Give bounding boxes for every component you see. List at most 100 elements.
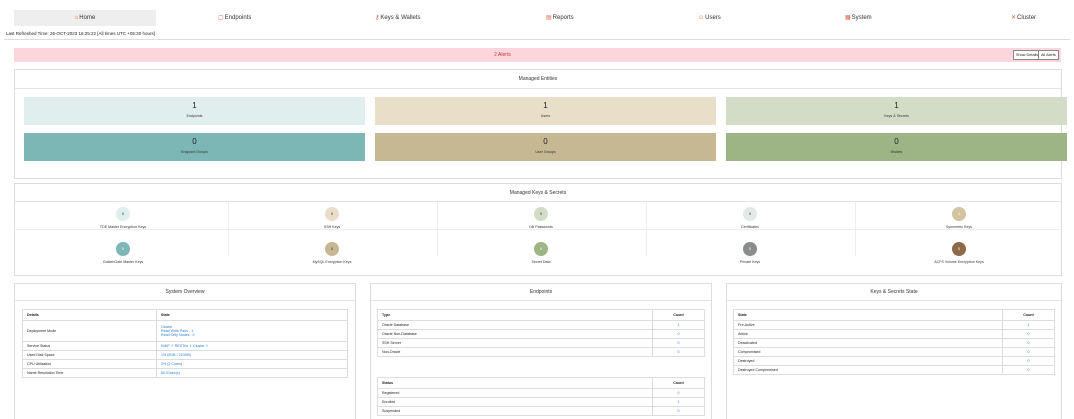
tile-label: Keys & Secrets <box>884 114 909 118</box>
key-label: Private Keys <box>739 260 761 264</box>
tile-users[interactable]: 1 Users <box>375 97 716 125</box>
row-count[interactable]: 0 <box>652 338 705 348</box>
row-count[interactable]: 0 <box>1002 347 1055 357</box>
nav-keys-wallets[interactable]: ⚷Keys & Wallets <box>375 10 421 26</box>
key-count-badge[interactable]: 0 <box>534 207 548 221</box>
managed-keys-title: Managed Keys & Secrets <box>509 190 567 196</box>
endpoints-title: Endpoints <box>529 289 553 295</box>
row-label: Oracle Non-Database <box>377 329 653 339</box>
key-count-badge[interactable]: 0 <box>952 242 966 256</box>
table-row: Suspended 0 <box>377 406 705 416</box>
nav-keys-wallets-label: Keys & Wallets <box>380 15 421 21</box>
nav-system-label: System <box>851 15 872 21</box>
nav-cluster[interactable]: ✕Cluster <box>1011 10 1036 26</box>
table-row: Oracle Non-Database 0 <box>377 329 705 339</box>
row-count[interactable]: 1 <box>652 320 705 330</box>
table-row: Destroyed 0 <box>733 356 1055 366</box>
panel-divider <box>15 201 1061 202</box>
row-label: Used Disk Space <box>22 350 157 360</box>
nav-system[interactable]: ▦System <box>845 10 872 26</box>
used-disk-space-value[interactable]: 1% (5GB / 210GB) <box>156 350 348 360</box>
name-resolution-value[interactable]: 60.01sec(s) <box>156 368 348 378</box>
row-label: Non-Oracle <box>377 347 653 357</box>
endpoints-status-table: Status Count Registered 0 Enrolled 1 Sus… <box>377 377 705 416</box>
row-count[interactable]: 0 <box>652 388 705 398</box>
key-count-badge[interactable]: 0 <box>325 242 339 256</box>
table-header: State <box>156 309 348 321</box>
row-count[interactable]: 0 <box>1002 365 1055 375</box>
table-row: Active 0 <box>733 329 1055 339</box>
deployment-mode-value: Cluster Read Write Pairs - 1 Read Only N… <box>156 320 348 342</box>
row-label: Service Status <box>22 341 157 351</box>
table-row: Oracle Database 1 <box>377 320 705 330</box>
endpoints-icon: ▢ <box>218 15 224 21</box>
table-row: Non-Oracle 0 <box>377 347 705 357</box>
table-row: Service Status KMIP ⇧ RESTful ⇧ Cluster … <box>22 341 348 351</box>
tile-value: 1 <box>894 101 899 110</box>
row-count[interactable]: 0 <box>1002 329 1055 339</box>
system-overview-title: System Overview <box>165 289 205 295</box>
row-label: Deactivated <box>733 338 1003 348</box>
cpu-utilization-value[interactable]: 2% (2 Cores) <box>156 359 348 369</box>
keys-icon: ⚷ <box>375 15 380 21</box>
row-count[interactable]: 0 <box>652 406 705 416</box>
row-label: Destroyed Compromised <box>733 365 1003 375</box>
nav-reports[interactable]: ▤Reports <box>546 10 574 26</box>
tile-value: 0 <box>543 137 548 146</box>
nav-home[interactable]: ⌂Home <box>14 10 156 26</box>
key-label: ACFS Volume Encryption Keys <box>934 260 984 264</box>
tile-wallets[interactable]: 0 Wallets <box>726 133 1067 161</box>
restful-service-link[interactable]: RESTful <box>175 344 188 348</box>
key-mysql-encryption: 0 MySQL Encryption Keys <box>228 240 436 280</box>
table-row: SSH Server 0 <box>377 338 705 348</box>
row-label: Oracle Database <box>377 320 653 330</box>
tile-endpoint-groups[interactable]: 0 Endpoint Groups <box>24 133 365 161</box>
tile-keys-secrets[interactable]: 1 Keys & Secrets <box>726 97 1067 125</box>
show-details-button[interactable]: Show Details <box>1013 50 1042 60</box>
kmip-service-link[interactable]: KMIP <box>161 344 170 348</box>
key-count-badge[interactable]: 0 <box>534 242 548 256</box>
key-count-badge[interactable]: 0 <box>116 242 130 256</box>
row-count[interactable]: 0 <box>652 329 705 339</box>
row-count[interactable]: 1 <box>652 397 705 407</box>
row-count[interactable]: 0 <box>652 347 705 357</box>
tile-value: 1 <box>192 101 197 110</box>
nav-cluster-label: Cluster <box>1017 15 1037 21</box>
service-status-value: KMIP ⇧ RESTful ⇧ Cluster ⇧ <box>156 341 348 351</box>
nav-users[interactable]: ☺Users <box>698 10 721 26</box>
row-label: Registered <box>377 388 653 398</box>
cluster-status-icon: ⇧ <box>204 344 209 348</box>
read-only-nodes-link[interactable]: Read Only Nodes - 0 <box>161 333 343 337</box>
tile-label: User Groups <box>535 150 556 154</box>
key-count-badge[interactable]: 0 <box>116 207 130 221</box>
row-count[interactable]: 1 <box>1002 320 1055 330</box>
key-count-badge[interactable]: 1 <box>952 207 966 221</box>
key-label: TDE Master Encryption Keys <box>99 225 147 229</box>
row-label: Pre-Active <box>733 320 1003 330</box>
system-overview-table: Details State Deployment Mode Cluster Re… <box>22 309 348 378</box>
reports-icon: ▤ <box>546 15 552 21</box>
tile-label: Endpoint Groups <box>181 150 208 154</box>
alerts-bar: 2 Alerts Show Details All Alerts <box>14 48 1061 62</box>
cluster-service-link[interactable]: Cluster <box>193 344 204 348</box>
row-count[interactable]: 0 <box>1002 356 1055 366</box>
row-count[interactable]: 0 <box>1002 338 1055 348</box>
table-header: Status <box>377 377 653 389</box>
tile-label: Wallets <box>890 150 903 154</box>
key-count-badge[interactable]: 0 <box>325 207 339 221</box>
all-alerts-button[interactable]: All Alerts <box>1038 50 1059 60</box>
alerts-count[interactable]: 2 Alerts <box>14 48 991 62</box>
key-count-badge[interactable]: 0 <box>743 207 757 221</box>
key-label: Certificates <box>741 225 759 229</box>
key-label: Secret Data <box>531 260 551 264</box>
panel-divider <box>15 300 355 301</box>
table-header: Details <box>22 309 157 321</box>
tile-user-groups[interactable]: 0 User Groups <box>375 133 716 161</box>
home-icon: ⌂ <box>74 15 79 21</box>
key-count-badge[interactable]: 0 <box>743 242 757 256</box>
nav-endpoints[interactable]: ▢Endpoints <box>218 10 251 26</box>
table-header: Type <box>377 309 653 321</box>
tile-endpoints[interactable]: 1 Endpoints <box>24 97 365 125</box>
tile-value: 1 <box>543 101 548 110</box>
table-row: Destroyed Compromised 0 <box>733 365 1055 375</box>
